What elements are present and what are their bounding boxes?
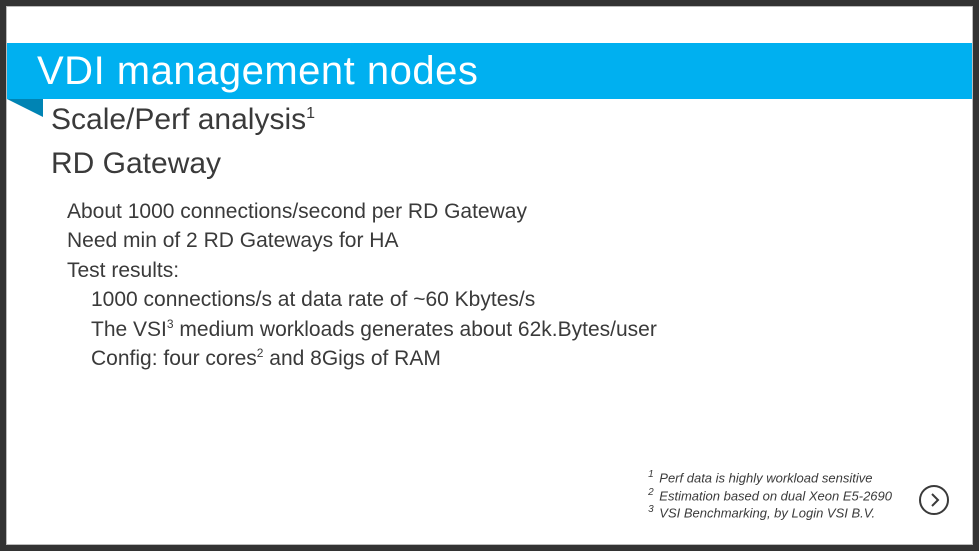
- body-line-indent: 1000 connections/s at data rate of ~60 K…: [67, 285, 912, 314]
- section-heading: RD Gateway: [51, 147, 221, 181]
- body-line: Test results:: [67, 256, 912, 285]
- footnote-text: Estimation based on dual Xeon E5-2690: [659, 488, 892, 503]
- body-line-indent: Config: four cores2 and 8Gigs of RAM: [67, 344, 912, 373]
- footnote-sup: 3: [648, 504, 654, 515]
- text-span: The VSI: [91, 318, 167, 341]
- footnote-text: VSI Benchmarking, by Login VSI B.V.: [659, 506, 875, 521]
- next-arrow-icon[interactable]: [918, 484, 950, 516]
- footnote: 1 Perf data is highly workload sensitive: [648, 469, 892, 487]
- slide-title: VDI management nodes: [37, 49, 478, 94]
- text-span: Config: four cores: [91, 347, 257, 370]
- footnote-text: Perf data is highly workload sensitive: [659, 471, 872, 486]
- body-line-indent: The VSI3 medium workloads generates abou…: [67, 315, 912, 344]
- footnote: 2 Estimation based on dual Xeon E5-2690: [648, 487, 892, 505]
- footnote-sup: 1: [648, 469, 654, 480]
- text-span: medium workloads generates about 62k.Byt…: [174, 318, 657, 341]
- subtitle-sup: 1: [306, 105, 315, 122]
- title-bar: VDI management nodes: [7, 43, 972, 99]
- slide: VDI management nodes Scale/Perf analysis…: [6, 6, 973, 545]
- footnotes: 1 Perf data is highly workload sensitive…: [648, 469, 892, 522]
- footnote: 3 VSI Benchmarking, by Login VSI B.V.: [648, 504, 892, 522]
- body-block: About 1000 connections/second per RD Gat…: [67, 197, 912, 373]
- slide-subtitle: Scale/Perf analysis1: [51, 103, 315, 137]
- text-span: and 8Gigs of RAM: [263, 347, 440, 370]
- subtitle-text: Scale/Perf analysis: [51, 103, 306, 136]
- sup: 3: [167, 317, 174, 331]
- footnote-sup: 2: [648, 487, 654, 498]
- body-line: About 1000 connections/second per RD Gat…: [67, 197, 912, 226]
- body-line: Need min of 2 RD Gateways for HA: [67, 226, 912, 255]
